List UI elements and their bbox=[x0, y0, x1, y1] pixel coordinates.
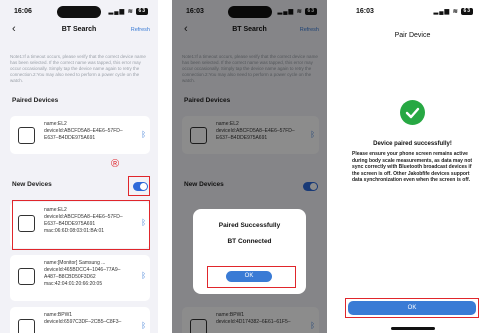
device-id: deviceId:465BDCC4–1046–77A9– bbox=[44, 267, 121, 273]
nav-bar: ‹ BT Search Refresh bbox=[0, 22, 158, 40]
bluetooth-icon: ᛒ bbox=[141, 271, 146, 280]
bluetooth-icon: ᛒ bbox=[141, 321, 146, 330]
nav-bar: Pair Device bbox=[342, 22, 483, 40]
device-info: name:[Monitor] Samsung ... deviceId:465B… bbox=[44, 260, 134, 288]
status-icons: ▂▄▆ ≋ 63 bbox=[433, 8, 473, 16]
device-id: deviceId:6597C3DF–2CB5–C8F3– bbox=[44, 319, 122, 325]
device-icon bbox=[18, 127, 35, 144]
toggle-highlight-box bbox=[128, 176, 150, 196]
bt-search-screen: 16:06 ▂▄▆ ≋ 63 ‹ BT Search Refresh Note1… bbox=[0, 0, 158, 333]
pair-device-screen: 16:03 ▂▄▆ ≋ 63 Pair Device Device paired… bbox=[342, 0, 483, 333]
device-info: name:BPW1 deviceId:6597C3DF–2CB5–C8F3– bbox=[44, 312, 134, 326]
timeout-note: Note1:If a timeout occurs, please verify… bbox=[10, 54, 146, 83]
dialog-message: BT Connected bbox=[227, 238, 272, 245]
status-time: 16:03 bbox=[356, 8, 374, 15]
new-device-card-monitor[interactable]: name:[Monitor] Samsung ... deviceId:465B… bbox=[10, 255, 150, 301]
device-id-cont: A487–B8CBD50F3D62 bbox=[44, 274, 96, 280]
status-icons: ▂▄▆ ≋ 63 bbox=[108, 8, 148, 16]
paired-device-info: name:EL2 deviceId:ABCFD5A8–E4E6–57FD– E6… bbox=[44, 121, 134, 142]
bt-search-dialog-screen: 16:03 ▂▄▆ ≋ 63 ‹ BT Search Refresh Note1… bbox=[172, 0, 327, 333]
bluetooth-icon: ᛒ bbox=[141, 130, 146, 139]
status-time: 16:06 bbox=[14, 8, 32, 15]
paired-device-card[interactable]: name:EL2 deviceId:ABCFD5A8–E4E6–57FD– E6… bbox=[10, 116, 150, 154]
device-id: deviceId:ABCFD5A8–E4E6–57FD– bbox=[44, 128, 123, 134]
screen-active-notice: Please ensure your phone screen remains … bbox=[352, 151, 473, 183]
status-bar: 16:03 ▂▄▆ ≋ 63 bbox=[342, 6, 483, 20]
success-message: Device paired successfully! bbox=[373, 141, 452, 147]
battery-icon: 63 bbox=[461, 8, 473, 15]
new-device-card-bpw1[interactable]: name:BPW1 deviceId:6597C3DF–2CB5–C8F3– ᛒ bbox=[10, 307, 150, 333]
registered-mark: ® bbox=[111, 158, 120, 170]
battery-icon: 63 bbox=[136, 8, 148, 15]
device-highlight-box bbox=[12, 200, 150, 250]
status-bar: 16:06 ▂▄▆ ≋ 63 bbox=[0, 6, 158, 20]
page-title: Pair Device bbox=[394, 32, 431, 39]
device-name: name:EL2 bbox=[44, 121, 67, 127]
ok-highlight-box bbox=[207, 266, 296, 288]
device-mac: mac:42:04:01:20:66:20:05 bbox=[44, 281, 103, 287]
device-id-cont: E637–B4DDE975A691 bbox=[44, 135, 96, 141]
success-check-icon bbox=[400, 100, 425, 125]
dynamic-island bbox=[57, 6, 101, 18]
device-name: name:BPW1 bbox=[44, 312, 73, 318]
device-icon bbox=[18, 319, 35, 333]
refresh-button[interactable]: Refresh bbox=[131, 27, 150, 33]
device-icon bbox=[18, 268, 35, 285]
home-indicator bbox=[390, 327, 435, 330]
paired-devices-heading: Paired Devices bbox=[12, 97, 59, 104]
ok-highlight-box bbox=[345, 298, 479, 318]
new-devices-heading: New Devices bbox=[12, 181, 52, 188]
device-name: name:[Monitor] Samsung ... bbox=[44, 260, 106, 266]
dialog-title: Paired Successfully bbox=[218, 222, 281, 229]
